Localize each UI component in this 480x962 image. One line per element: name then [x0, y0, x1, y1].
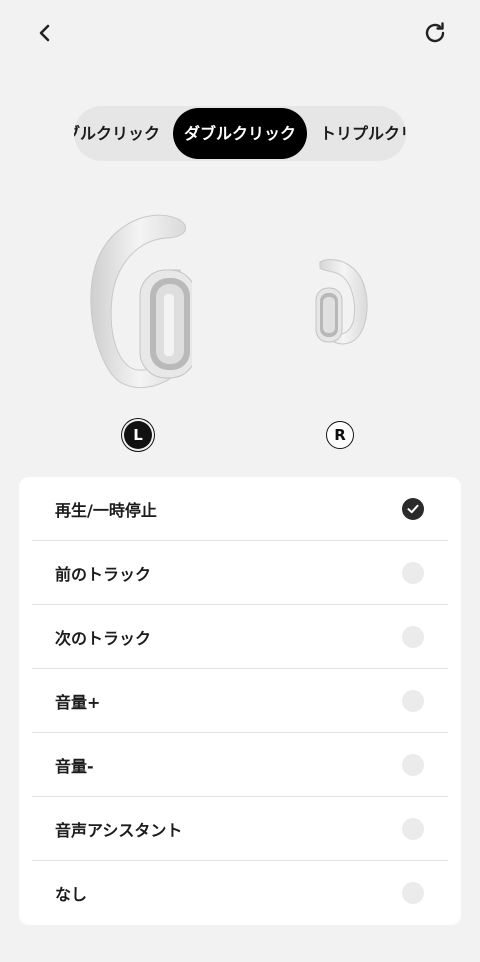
radio-unchecked-icon [402, 690, 424, 712]
option-label: 音量+ [55, 693, 101, 712]
back-button[interactable] [23, 11, 67, 55]
refresh-icon [425, 22, 445, 43]
radio-unchecked-icon [402, 754, 424, 776]
option-volume-down[interactable]: 音量- [32, 733, 448, 797]
tab-triple-click[interactable]: トリプルクリ [320, 106, 406, 161]
option-label: 音量- [55, 757, 94, 776]
option-label: 音声アシスタント [55, 821, 183, 840]
left-side-badge[interactable]: L [124, 421, 152, 449]
radio-unchecked-icon [402, 818, 424, 840]
chevron-left-icon [39, 24, 50, 42]
option-voice-assistant[interactable]: 音声アシスタント [32, 797, 448, 861]
option-next-track[interactable]: 次のトラック [32, 605, 448, 669]
reset-button[interactable] [413, 11, 457, 55]
tab-single-click[interactable]: ブルクリック [74, 106, 160, 161]
radio-unchecked-icon [402, 882, 424, 904]
option-play-pause[interactable]: 再生/一時停止 [32, 477, 448, 541]
option-label: なし [55, 885, 88, 904]
option-label: 前のトラック [55, 565, 152, 584]
right-earbud-image[interactable] [312, 258, 368, 350]
radio-unchecked-icon [402, 562, 424, 584]
option-label: 再生/一時停止 [55, 501, 157, 520]
option-none[interactable]: なし [32, 861, 448, 925]
option-volume-up[interactable]: 音量+ [32, 669, 448, 733]
option-label: 次のトラック [55, 629, 152, 648]
radio-unchecked-icon [402, 626, 424, 648]
option-previous-track[interactable]: 前のトラック [32, 541, 448, 605]
checked-icon [402, 498, 424, 520]
tab-double-click[interactable]: ダブルクリック [173, 108, 307, 159]
right-side-badge[interactable]: R [326, 421, 354, 449]
left-earbud-image[interactable] [88, 214, 197, 396]
gesture-tabs: ブルクリック ダブルクリック トリプルクリ [74, 106, 406, 161]
action-options-card: 再生/一時停止 前のトラック 次のトラック 音量+ 音量- 音声アシスタント な… [19, 477, 461, 925]
